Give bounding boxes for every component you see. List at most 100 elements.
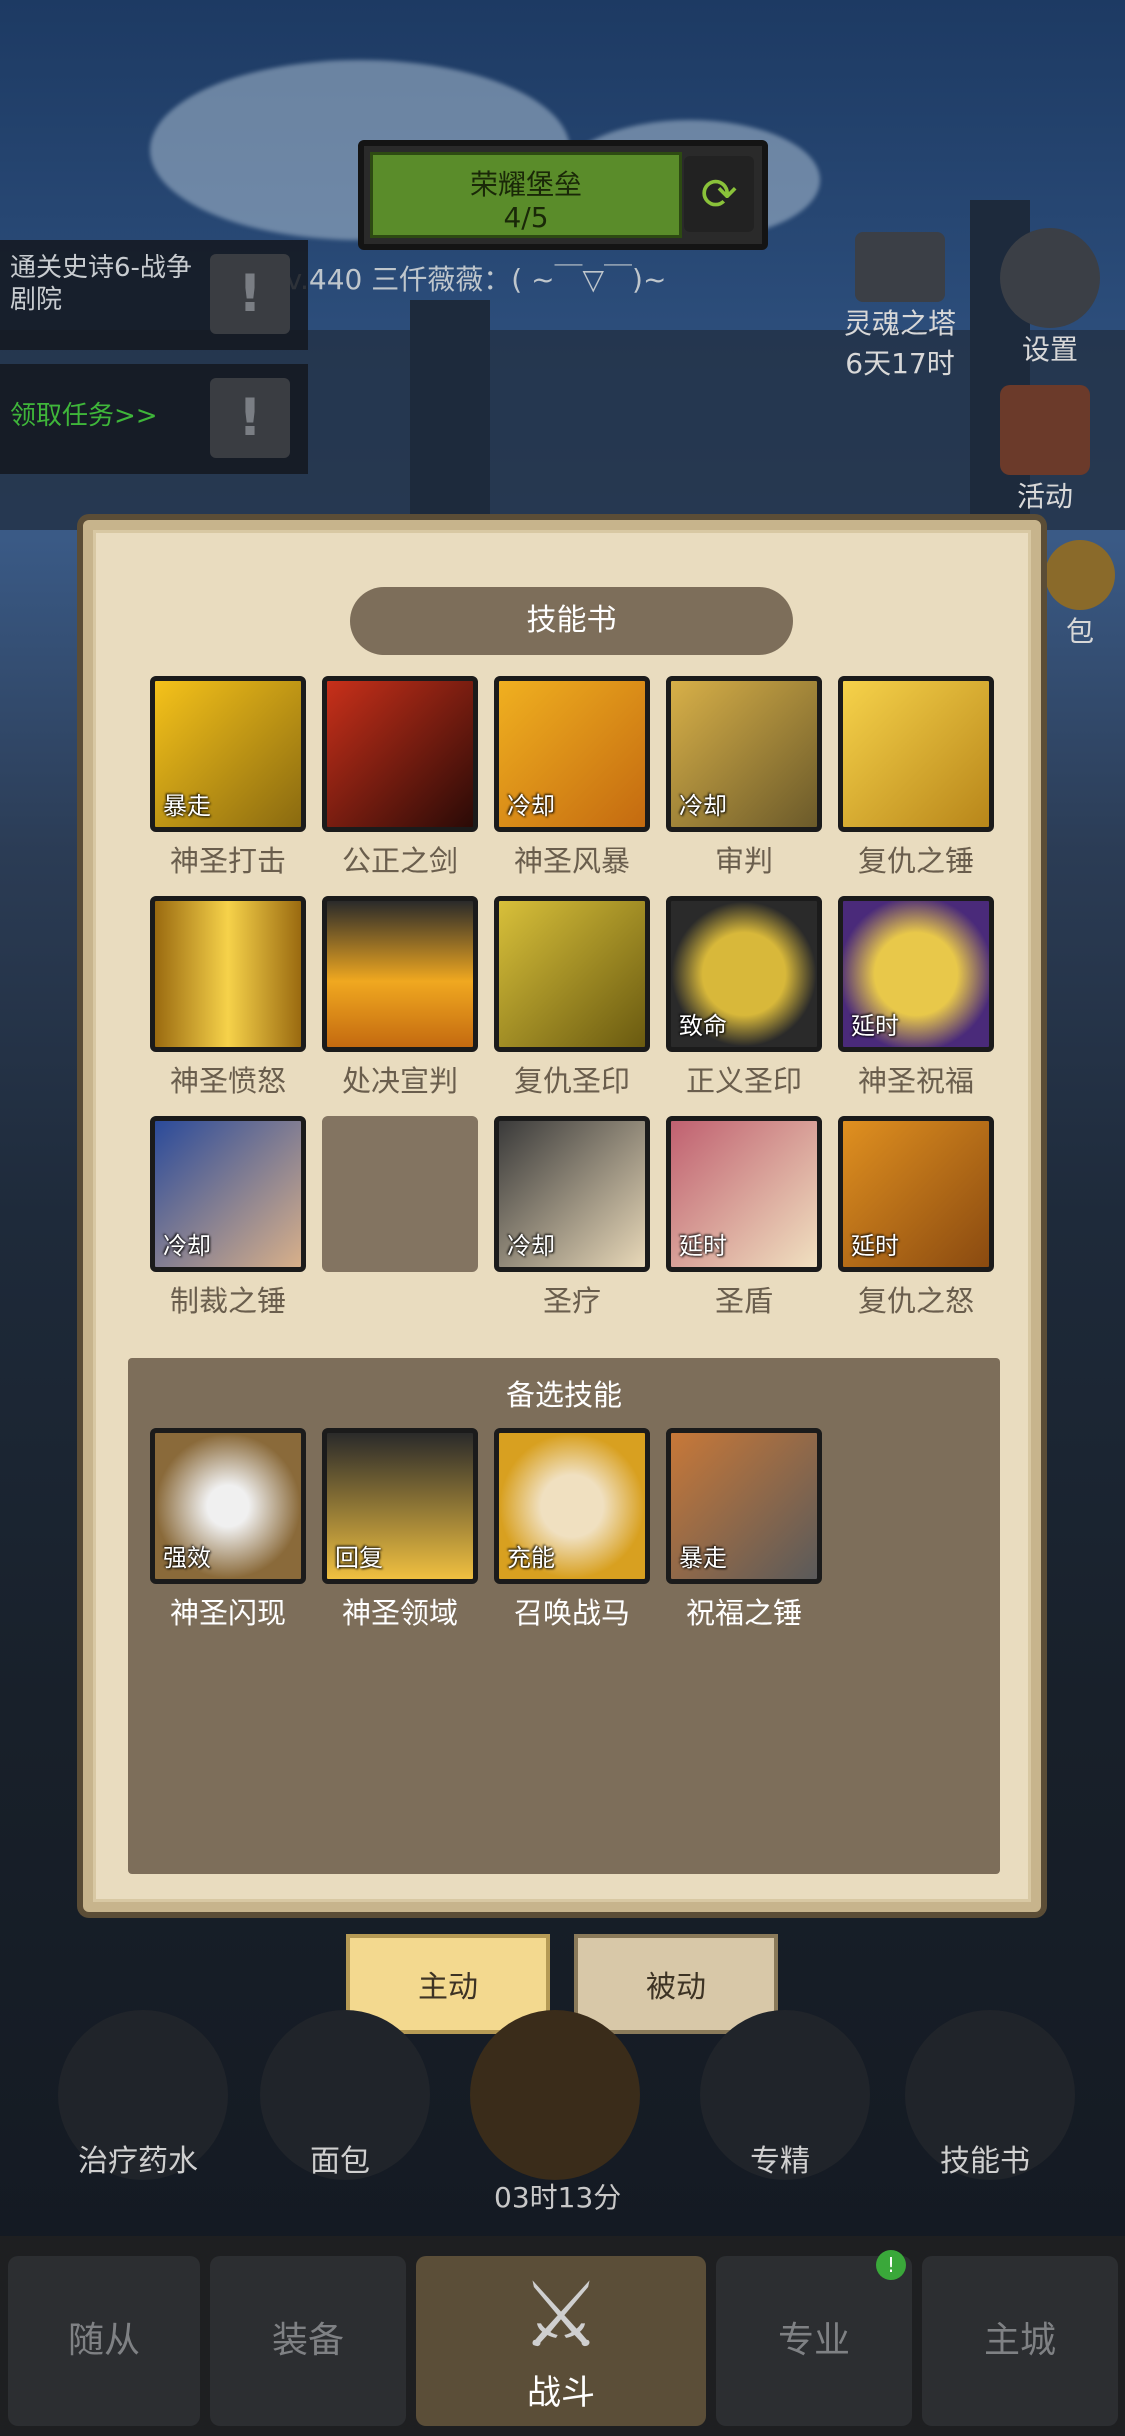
quest-text: 通关史诗6-战争剧院 [10, 253, 192, 315]
reserve-skill-slot[interactable]: 充能 召唤战马 [494, 1428, 650, 1632]
skill-icon [322, 676, 478, 832]
settings-label: 设置 [1021, 333, 1078, 366]
reserve-skill-slot[interactable]: 回复 神圣领域 [322, 1428, 478, 1632]
skill-tag: 延时 [679, 1232, 727, 1260]
dungeon-progress: 4/5 [503, 201, 549, 234]
activity-label: 活动 [1016, 480, 1073, 513]
skill-icon: 暴走 [150, 676, 306, 832]
skill-name: 神圣打击 [169, 844, 286, 878]
skill-tag: 回复 [335, 1544, 383, 1572]
skill-tag: 强效 [163, 1544, 211, 1572]
skill-icon [150, 896, 306, 1052]
skill-tag: 冷却 [679, 792, 727, 820]
calendar-icon [1000, 385, 1090, 475]
potion-label: 治疗药水 [78, 2144, 198, 2179]
skill-slot[interactable]: 公正之剑 [322, 676, 478, 880]
quest-claim[interactable]: 领取任务>> ! [0, 364, 308, 474]
skill-icon [494, 896, 650, 1052]
bag-label: 包 [1065, 615, 1094, 648]
skill-slot[interactable]: 神圣愤怒 [150, 896, 306, 1100]
nav-followers[interactable]: 随从 [8, 2256, 200, 2426]
skill-slot[interactable]: 延时 圣盾 [666, 1116, 822, 1320]
skillbook-button[interactable]: 技能书 [905, 2010, 1075, 2180]
treasure-chest-button[interactable] [470, 2010, 640, 2180]
skill-name: 神圣祝福 [857, 1064, 974, 1098]
skill-name: 处决宣判 [341, 1064, 458, 1098]
skill-name: 审判 [714, 844, 773, 878]
skill-tag: 致命 [679, 1012, 727, 1040]
chest-timer: 03时13分 [494, 2181, 622, 2214]
skill-name: 制裁之锤 [169, 1284, 286, 1318]
skill-icon: 暴走 [666, 1428, 822, 1584]
reserve-skill-slot[interactable]: 暴走 祝福之锤 [666, 1428, 822, 1632]
bag-button[interactable]: 包 [1040, 540, 1120, 650]
specialize-label: 专精 [750, 2144, 810, 2179]
panel-title: 技能书 [350, 587, 793, 655]
dungeon-banner[interactable]: 荣耀堡垒 4/5 ⟳ [358, 140, 768, 250]
nav-equipment[interactable]: 装备 [210, 2256, 406, 2426]
skill-slot[interactable]: 暴走 神圣打击 [150, 676, 306, 880]
skill-icon: 冷却 [666, 676, 822, 832]
skill-name: 公正之剑 [341, 844, 458, 878]
skill-name: 召唤战马 [513, 1596, 630, 1630]
reserve-skills-section: 备选技能 强效 神圣闪现 回复 神圣领域 充能 召唤战马 暴走 祝福之锤 [128, 1358, 1000, 1874]
specialize-button[interactable]: 专精 [700, 2010, 870, 2180]
skill-name: 圣疗 [542, 1284, 601, 1318]
quest-claim-text: 领取任务>> [10, 401, 158, 431]
soul-tower-button[interactable]: 灵魂之塔 6天17时 [830, 232, 970, 382]
nav-battle-label: 战斗 [527, 2373, 595, 2413]
skill-slot[interactable]: 延时 复仇之怒 [838, 1116, 994, 1320]
chest-icon [470, 2010, 640, 2180]
reserve-skill-slot[interactable]: 强效 神圣闪现 [150, 1428, 306, 1632]
crossed-swords-icon: ⚔ [520, 2263, 602, 2368]
skill-tag: 暴走 [679, 1544, 727, 1572]
skill-name: 神圣领域 [341, 1596, 458, 1630]
skill-slot[interactable]: 致命 正义圣印 [666, 896, 822, 1100]
skill-name: 祝福之锤 [685, 1596, 802, 1630]
bread-button[interactable]: 面包 [260, 2010, 430, 2180]
skill-slot[interactable]: 处决宣判 [322, 896, 478, 1100]
skill-tag: 延时 [851, 1012, 899, 1040]
skill-tag: 充能 [507, 1544, 555, 1572]
empty-skill-slot[interactable] [322, 1116, 478, 1278]
skill-tag: 冷却 [163, 1232, 211, 1260]
skill-slot[interactable]: 延时 神圣祝福 [838, 896, 994, 1100]
skill-name: 神圣闪现 [169, 1596, 286, 1630]
notification-badge: ! [876, 2250, 906, 2280]
skill-icon: 回复 [322, 1428, 478, 1584]
skill-icon: 延时 [666, 1116, 822, 1272]
skill-name: 圣盾 [714, 1284, 773, 1318]
skill-slot[interactable]: 复仇圣印 [494, 896, 650, 1100]
bottom-navigation: 随从 装备 ⚔ 战斗 专业 主城 [0, 2236, 1125, 2436]
nav-battle[interactable]: ⚔ 战斗 [416, 2256, 706, 2426]
tower-icon [855, 232, 945, 302]
skillbook-label: 技能书 [940, 2144, 1030, 2179]
refresh-icon[interactable]: ⟳ [684, 156, 754, 232]
settings-button[interactable]: 设置 [990, 228, 1110, 368]
dungeon-title: 荣耀堡垒 [469, 168, 582, 201]
skill-slot[interactable]: 冷却 圣疗 [494, 1116, 650, 1320]
skill-tag: 冷却 [507, 792, 555, 820]
reserve-title: 备选技能 [505, 1378, 622, 1412]
skill-slot[interactable]: 复仇之锤 [838, 676, 994, 880]
skill-book-panel: 技能书 暴走 神圣打击 公正之剑 冷却 神圣风暴 冷却 审判 复仇之锤 神圣愤怒… [83, 520, 1041, 1912]
potion-button[interactable]: 治疗药水 [58, 2010, 228, 2180]
nav-main-city[interactable]: 主城 [922, 2256, 1118, 2426]
skill-slot[interactable]: 冷却 制裁之锤 [150, 1116, 306, 1320]
skill-name: 复仇之怒 [857, 1284, 974, 1318]
skill-name: 复仇之锤 [857, 844, 974, 878]
empty-slot-icon [322, 1116, 478, 1272]
skill-slot[interactable]: 冷却 审判 [666, 676, 822, 880]
quest-tracker[interactable]: 通关史诗6-战争剧院 ! [0, 240, 308, 350]
skill-icon: 致命 [666, 896, 822, 1052]
dungeon-banner-body: 荣耀堡垒 4/5 [370, 152, 682, 238]
nav-profession[interactable]: 专业 [716, 2256, 912, 2426]
skill-slot[interactable]: 冷却 神圣风暴 [494, 676, 650, 880]
bread-label: 面包 [310, 2144, 370, 2179]
skill-name: 正义圣印 [685, 1064, 802, 1098]
activity-button[interactable]: 活动 [985, 385, 1105, 515]
gear-icon [1000, 228, 1100, 328]
tower-label: 灵魂之塔 [843, 307, 956, 340]
coin-icon [1045, 540, 1115, 610]
player-level: Lv.440 三仟薇薇：( ~￣▽￣)~ [270, 263, 667, 296]
